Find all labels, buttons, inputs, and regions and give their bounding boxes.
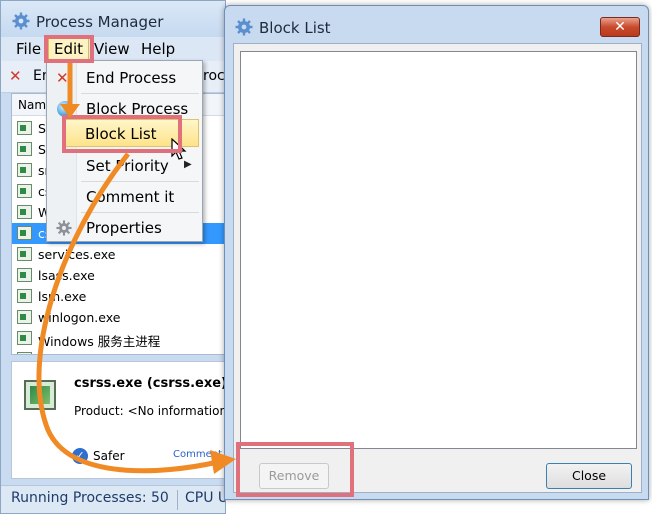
process-details-panel: csrss.exe (csrss.exe) Product: <No inform… bbox=[11, 361, 225, 479]
menu-view[interactable]: View bbox=[94, 40, 130, 58]
process-icon bbox=[17, 310, 32, 324]
product-label: Product: bbox=[74, 404, 124, 418]
process-icon bbox=[17, 352, 32, 354]
end-process-icon[interactable]: ✕ bbox=[9, 67, 22, 85]
cpu-usage-status: CPU U bbox=[185, 490, 226, 506]
block-list-window: Block List ✕ Remove Close bbox=[224, 5, 649, 500]
menu-item-label: Set Priority bbox=[86, 157, 169, 175]
highlight-box-edit-menu bbox=[44, 35, 94, 63]
process-icon bbox=[17, 205, 32, 219]
window-close-button[interactable]: ✕ bbox=[600, 17, 640, 37]
title-bar[interactable]: Process Manager bbox=[1, 1, 225, 37]
highlight-box-block-list bbox=[62, 115, 182, 153]
row-process-name: lsass.exe bbox=[38, 268, 95, 283]
menu-item-label: Properties bbox=[86, 219, 162, 237]
blocked-items-list[interactable] bbox=[240, 51, 637, 449]
toolbar-other-label[interactable]: roc bbox=[203, 68, 225, 84]
safety-rating: Safer bbox=[93, 449, 125, 463]
table-row[interactable]: Windows 服务主进程 bbox=[12, 349, 224, 354]
gear-icon bbox=[12, 12, 30, 30]
process-name: csrss.exe (csrss.exe) bbox=[74, 376, 225, 391]
process-icon bbox=[17, 268, 32, 282]
close-icon: ✕ bbox=[614, 19, 626, 35]
product-value: <No information> bbox=[127, 404, 224, 418]
process-icon bbox=[17, 163, 32, 177]
window-title: Process Manager bbox=[36, 13, 164, 31]
process-icon bbox=[17, 184, 32, 198]
row-process-name: Windows 服务主进程 bbox=[38, 334, 161, 349]
gear-icon bbox=[56, 220, 72, 236]
process-large-icon bbox=[24, 380, 56, 410]
status-bar: Running Processes: 50 CPU U bbox=[1, 485, 226, 513]
system-icon bbox=[17, 142, 32, 156]
menu-item-comment-it[interactable]: Comment it bbox=[48, 182, 201, 212]
table-row[interactable]: lsass.exe bbox=[12, 265, 224, 286]
product-line: Product:<No information> bbox=[74, 404, 224, 418]
process-icon bbox=[17, 289, 32, 303]
row-process-name: services.exe bbox=[38, 247, 116, 262]
table-row[interactable]: lsm.exe bbox=[12, 286, 224, 307]
process-icon bbox=[17, 226, 32, 240]
check-icon: ✓ bbox=[72, 448, 88, 464]
menu-item-end-process[interactable]: ✕ End Process bbox=[48, 63, 201, 93]
row-process-name: lsm.exe bbox=[38, 289, 87, 304]
dialog-title: Block List bbox=[259, 19, 331, 37]
menu-bar: File Edit View Help bbox=[1, 37, 225, 61]
menu-file[interactable]: File bbox=[16, 40, 41, 58]
gear-icon bbox=[235, 18, 253, 36]
process-icon bbox=[17, 247, 32, 261]
close-button[interactable]: Close bbox=[546, 463, 632, 489]
status-separator bbox=[177, 490, 178, 510]
row-process-name: Windows 服务主进程 bbox=[38, 352, 160, 354]
table-row[interactable]: services.exe bbox=[12, 244, 224, 265]
x-icon: ✕ bbox=[56, 69, 69, 87]
comment-link[interactable]: Comment it bbox=[173, 449, 224, 460]
dialog-client-area: Remove Close bbox=[233, 43, 642, 493]
table-row[interactable]: Windows 服务主进程 bbox=[12, 328, 224, 349]
system-icon bbox=[17, 121, 32, 135]
running-processes-status: Running Processes: 50 bbox=[11, 490, 169, 506]
table-row[interactable]: winlogon.exe bbox=[12, 307, 224, 328]
menu-help[interactable]: Help bbox=[141, 40, 175, 58]
menu-item-label: Comment it bbox=[86, 188, 175, 206]
row-process-name: winlogon.exe bbox=[38, 310, 121, 325]
process-icon bbox=[17, 331, 32, 345]
menu-item-properties[interactable]: Properties bbox=[48, 213, 201, 243]
highlight-box-remove bbox=[236, 442, 354, 497]
menu-item-label: End Process bbox=[86, 69, 177, 87]
